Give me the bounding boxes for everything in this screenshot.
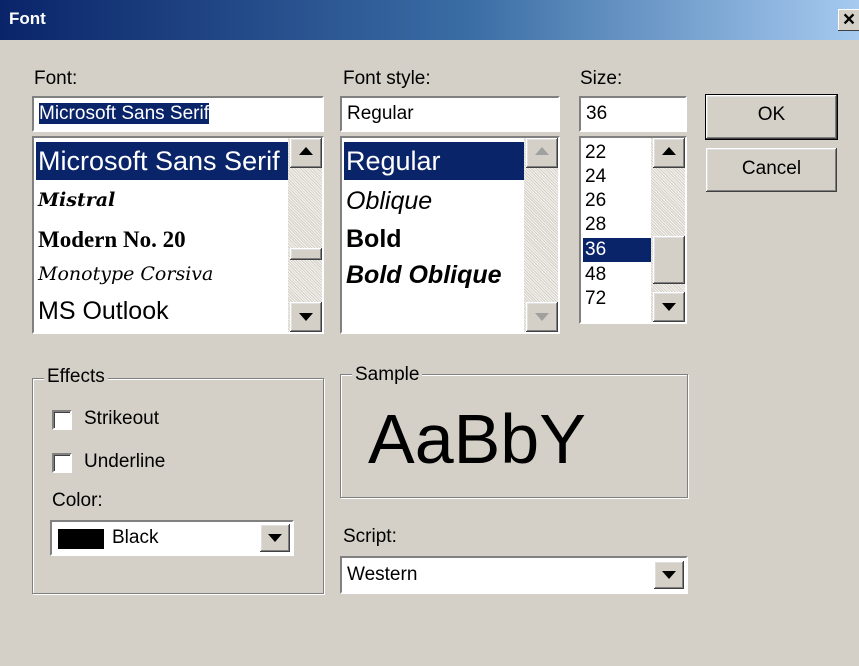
- font-name-input[interactable]: Microsoft Sans Serif: [32, 96, 324, 132]
- style-item-regular[interactable]: Regular: [344, 142, 529, 180]
- cancel-button[interactable]: Cancel: [706, 148, 837, 192]
- font-list-scrollbar[interactable]: [288, 138, 322, 332]
- size-item[interactable]: 22: [583, 142, 606, 164]
- arrow-up-icon: [299, 147, 313, 155]
- effects-legend: Effects: [44, 366, 108, 388]
- sample-preview-text: AaBbY: [368, 400, 586, 478]
- sample-legend: Sample: [352, 364, 423, 386]
- style-item-oblique[interactable]: Oblique: [344, 184, 432, 218]
- window-title: Font: [9, 9, 46, 28]
- underline-label[interactable]: Underline: [84, 451, 165, 473]
- style-item-bold-oblique[interactable]: Bold Oblique: [344, 258, 529, 292]
- arrow-down-icon: [299, 313, 313, 321]
- color-value: Black: [112, 527, 159, 548]
- size-input[interactable]: 36: [579, 96, 687, 132]
- font-item-modern-no-20[interactable]: Modern No. 20: [36, 224, 186, 256]
- size-item[interactable]: 26: [583, 190, 606, 212]
- size-scroll-thumb[interactable]: [653, 236, 685, 284]
- chevron-down-icon: [662, 571, 676, 579]
- size-item[interactable]: 28: [583, 214, 606, 236]
- strikeout-checkbox[interactable]: [52, 410, 72, 430]
- arrow-up-icon: [535, 147, 549, 155]
- ok-button[interactable]: OK: [705, 94, 838, 140]
- font-label: Font:: [34, 68, 78, 89]
- font-scroll-up-button[interactable]: [290, 138, 322, 168]
- script-value: Western: [347, 564, 418, 585]
- font-style-input[interactable]: Regular: [340, 96, 560, 132]
- font-item-microsoft-sans-serif[interactable]: Microsoft Sans Serif: [36, 142, 292, 180]
- size-item[interactable]: 48: [583, 264, 606, 286]
- font-scroll-down-button[interactable]: [290, 302, 322, 332]
- script-label: Script:: [343, 526, 397, 547]
- font-item-ms-outlook[interactable]: MS Outlook: [36, 294, 169, 328]
- font-scroll-thumb[interactable]: [290, 248, 322, 260]
- size-label: Size:: [580, 68, 623, 89]
- font-list[interactable]: Microsoft Sans Serif Mistral Modern No. …: [32, 136, 324, 334]
- script-select[interactable]: Western: [340, 556, 688, 594]
- title-bar: [0, 0, 859, 40]
- style-scroll-down-button: [526, 302, 558, 332]
- script-dropdown-button[interactable]: [654, 561, 684, 589]
- underline-checkbox[interactable]: [52, 453, 72, 473]
- chevron-down-icon: [268, 534, 282, 542]
- size-item[interactable]: 72: [583, 288, 606, 310]
- color-label: Color:: [52, 490, 103, 511]
- font-style-scrollbar: [524, 138, 558, 332]
- arrow-up-icon: [662, 147, 676, 155]
- color-dropdown-button[interactable]: [260, 524, 290, 552]
- font-item-mistral[interactable]: Mistral: [36, 184, 115, 216]
- size-list[interactable]: 22 24 26 28 36 48 72: [579, 136, 687, 324]
- strikeout-label[interactable]: Strikeout: [84, 408, 159, 430]
- font-item-monotype-corsiva[interactable]: Monotype Corsiva: [36, 258, 213, 290]
- arrow-down-icon: [662, 303, 676, 311]
- font-style-label: Font style:: [343, 68, 431, 89]
- size-scroll-down-button[interactable]: [653, 292, 685, 322]
- font-name-value: Microsoft Sans Serif: [39, 103, 209, 124]
- color-swatch: [58, 529, 104, 549]
- effects-group: [32, 378, 324, 594]
- style-scroll-up-button: [526, 138, 558, 168]
- arrow-down-icon: [535, 313, 549, 321]
- size-item-selected[interactable]: 36: [583, 238, 653, 262]
- close-icon[interactable]: ×: [838, 9, 859, 31]
- font-style-list[interactable]: Regular Oblique Bold Bold Oblique: [340, 136, 560, 334]
- color-select[interactable]: Black: [50, 520, 294, 556]
- size-scroll-up-button[interactable]: [653, 138, 685, 168]
- size-item[interactable]: 24: [583, 166, 606, 188]
- style-item-bold[interactable]: Bold: [344, 222, 402, 256]
- size-list-scrollbar[interactable]: [651, 138, 685, 322]
